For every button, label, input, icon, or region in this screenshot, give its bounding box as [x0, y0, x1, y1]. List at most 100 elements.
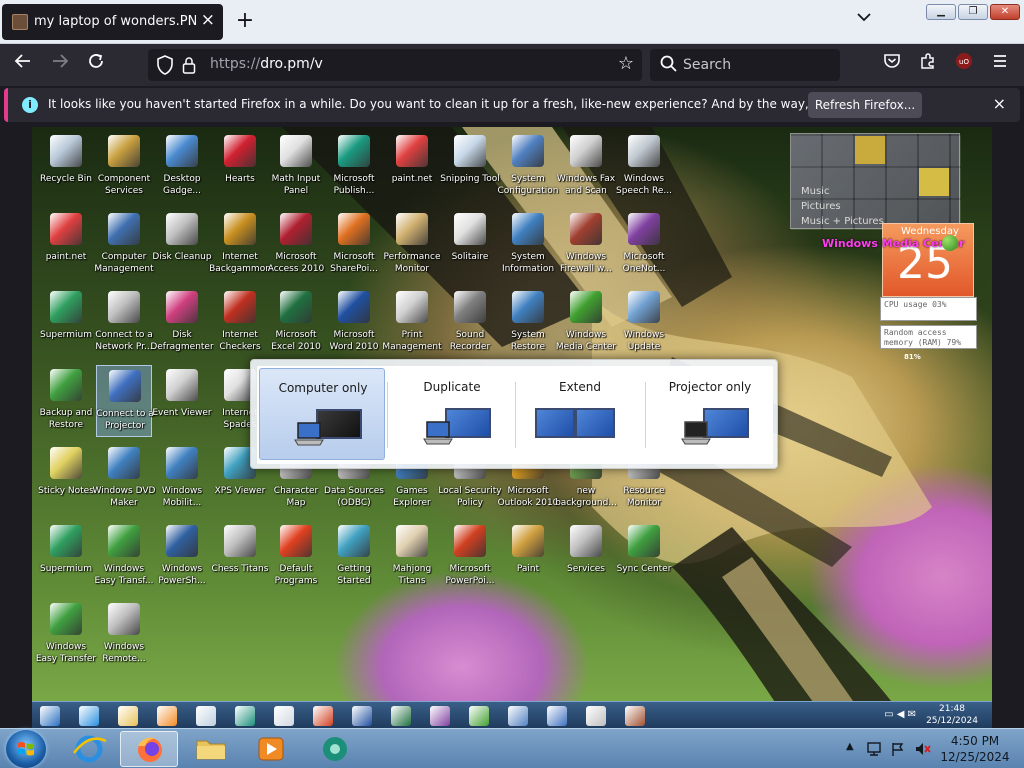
desktop-icon[interactable]: Disk Defragmenter [150, 287, 214, 359]
action-center-flag-icon[interactable] [890, 741, 906, 757]
url-text[interactable]: https://dro.pm/v [210, 56, 323, 72]
taskbar-supermium[interactable] [306, 731, 364, 767]
desktop-icon[interactable]: Windows PowerSh... [154, 521, 210, 593]
desktop-icon[interactable]: Mahjong Titans [384, 521, 440, 593]
desktop-icon[interactable]: System Configuration [497, 131, 559, 203]
ublock-origin-button[interactable]: uO [951, 52, 977, 78]
refresh-firefox-button[interactable]: Refresh Firefox... [808, 92, 922, 118]
search-bar[interactable]: Search [650, 49, 840, 81]
desktop-icon[interactable]: Microsoft OneNot... [616, 209, 672, 281]
desktop-icon[interactable]: Computer Management [94, 209, 154, 281]
desktop-icon[interactable]: Internet Checkers [212, 287, 268, 359]
puzzle-piece-icon [921, 53, 934, 69]
desktop-icon[interactable]: Microsoft SharePoi... [326, 209, 382, 281]
desktop-icon[interactable]: Hearts [212, 131, 268, 203]
desktop-icon[interactable]: Supermium [38, 287, 94, 359]
desktop-icon[interactable]: Recycle Bin [38, 131, 94, 203]
tab-close-icon[interactable]: × [201, 10, 215, 30]
extensions-button[interactable] [915, 52, 941, 78]
back-button[interactable] [10, 52, 36, 78]
desktop-icon[interactable]: Snipping Tool [440, 131, 500, 203]
desktop-icon[interactable]: Windows Easy Transfer [36, 599, 96, 671]
desktop-icon[interactable]: Microsoft Word 2010 [326, 287, 382, 359]
url-bar[interactable]: https://dro.pm/v ☆ [148, 49, 642, 81]
desktop-icon[interactable]: Backup and Restore [38, 365, 94, 437]
desktop-icon[interactable]: Disk Cleanup [152, 209, 212, 281]
desktop-icon[interactable]: System Restore [500, 287, 556, 359]
desktop-icon[interactable]: Getting Started [326, 521, 382, 593]
desktop-icon[interactable]: Supermium [38, 521, 94, 593]
media-center-item-music-pictures[interactable]: Music + Pictures [801, 216, 884, 227]
desktop-icon[interactable]: Windows Update [616, 287, 672, 359]
bookmark-star-icon[interactable]: ☆ [618, 53, 634, 74]
close-window-button[interactable]: ✕ [990, 4, 1020, 20]
desktop-icon-label: Microsoft Access 2010 [267, 252, 325, 274]
desktop-icon[interactable]: Connect to a Projector [96, 365, 154, 437]
desktop-icon[interactable]: Windows Media Center [556, 287, 616, 359]
desktop-icon[interactable]: Windows Remote... [96, 599, 152, 671]
desktop-icon-label: Performance Monitor [383, 252, 441, 274]
taskbar-internet-explorer[interactable] [60, 731, 118, 767]
pocket-icon [884, 54, 900, 68]
desktop-icon[interactable]: Sound Recorder [442, 287, 498, 359]
desktop-icon[interactable]: Default Programs [268, 521, 324, 593]
media-center-item-music[interactable]: Music [801, 186, 829, 197]
taskbar-firefox[interactable] [120, 731, 178, 767]
network-icon[interactable] [866, 741, 882, 757]
desktop-icon[interactable]: Services [558, 521, 614, 593]
pocket-button[interactable] [879, 52, 905, 78]
screenshot-tray-icons: ▭ ◀ ✉ [884, 709, 916, 720]
desktop-icon[interactable]: Print Management [382, 287, 442, 359]
desktop-icon[interactable]: Sync Center [616, 521, 672, 593]
option-label: Extend [559, 380, 601, 394]
desktop-icon[interactable]: Microsoft Excel 2010 [268, 287, 324, 359]
desktop-icon[interactable]: Windows Speech Re... [616, 131, 672, 203]
new-tab-button[interactable]: + [233, 7, 257, 35]
restore-button[interactable]: ❐ [958, 4, 988, 20]
desktop-icon[interactable]: Windows Easy Transf... [95, 521, 153, 593]
option-computer-only[interactable]: Computer only [259, 368, 385, 460]
taskbar-explorer[interactable] [182, 731, 240, 767]
desktop-icon[interactable]: Internet Backgammon [209, 209, 271, 281]
desktop-icon[interactable]: Math Input Panel [268, 131, 324, 203]
show-hidden-icons[interactable]: ▲ [846, 741, 854, 752]
desktop-icon[interactable]: Paint [500, 521, 556, 593]
notification-close-icon[interactable]: × [993, 94, 1006, 113]
desktop-icon[interactable]: Performance Monitor [383, 209, 441, 281]
option-extend[interactable]: Extend [517, 368, 643, 460]
desktop-icon[interactable]: paint.net [38, 209, 94, 281]
desktop-icon[interactable]: paint.net [384, 131, 440, 203]
tracking-protection-shield-icon[interactable] [156, 55, 174, 75]
option-projector-only[interactable]: Projector only [647, 368, 773, 460]
desktop-icon[interactable]: Solitaire [442, 209, 498, 281]
desktop-icon[interactable]: Windows Firewall w... [558, 209, 614, 281]
list-all-tabs-button[interactable] [854, 10, 874, 32]
media-center-gadget[interactable]: Music Pictures Music + Pictures [790, 133, 961, 230]
desktop-icon-label: Sticky Notes [38, 486, 94, 496]
forward-button[interactable] [47, 52, 73, 78]
desktop-icon[interactable]: System Information [500, 209, 556, 281]
desktop-icon[interactable]: Microsoft Publish... [326, 131, 382, 203]
desktop-icon[interactable]: Desktop Gadge... [154, 131, 210, 203]
desktop-icon[interactable]: Chess Titans [212, 521, 268, 593]
desktop-icon[interactable]: Event Viewer [152, 365, 212, 437]
desktop-icon[interactable]: Microsoft Access 2010 [268, 209, 324, 281]
minimize-button[interactable]: ▁ [926, 4, 956, 20]
desktop-icon[interactable]: Windows DVD Maker [93, 443, 155, 515]
desktop-icon[interactable]: Windows Fax and Scan [557, 131, 615, 203]
system-clock[interactable]: 4:50 PM 12/25/2024 [930, 733, 1020, 765]
taskbar-media-player[interactable] [242, 731, 300, 767]
lock-icon[interactable] [182, 56, 196, 74]
desktop-icon[interactable]: Sticky Notes [38, 443, 94, 515]
media-center-item-pictures[interactable]: Pictures [801, 201, 841, 212]
desktop-icon[interactable]: Windows Mobilit... [154, 443, 210, 515]
reload-button[interactable] [83, 52, 109, 78]
start-button[interactable] [6, 730, 46, 768]
tab-active[interactable]: my laptop of wonders.PNG (PN × [2, 4, 223, 40]
paintnet-icon [396, 135, 428, 167]
desktop-icon[interactable]: Component Services [96, 131, 152, 203]
menu-button[interactable] [987, 52, 1013, 78]
desktop-icon[interactable]: Connect to a Network Pr... [95, 287, 153, 359]
option-duplicate[interactable]: Duplicate [389, 368, 515, 460]
desktop-icon[interactable]: Microsoft PowerPoi... [442, 521, 498, 593]
